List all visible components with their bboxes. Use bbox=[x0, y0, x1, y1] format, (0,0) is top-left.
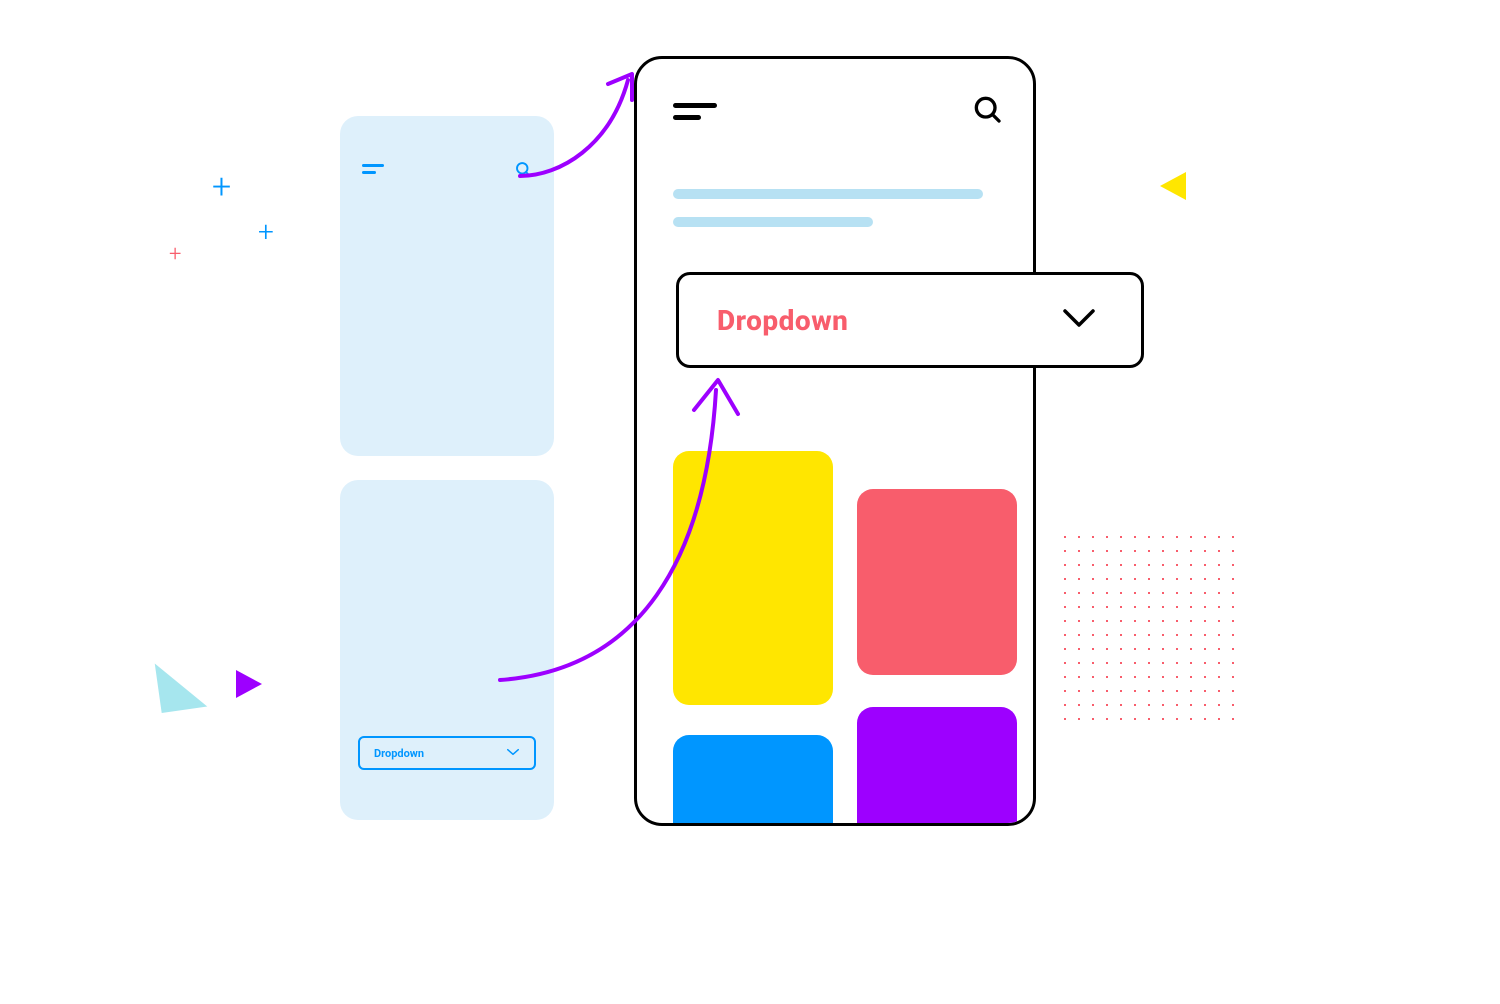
triangle-icon bbox=[155, 657, 208, 713]
search-icon[interactable] bbox=[971, 93, 1003, 125]
text-placeholder-line bbox=[673, 217, 873, 227]
triangle-icon bbox=[1160, 172, 1186, 200]
text-placeholder-line bbox=[673, 189, 983, 199]
arrow-icon bbox=[500, 66, 660, 186]
illustration-canvas: + + + Dropdown bbox=[0, 0, 1500, 1004]
plus-icon: + bbox=[169, 244, 181, 266]
hamburger-menu-icon[interactable] bbox=[673, 103, 717, 121]
hamburger-menu-icon[interactable] bbox=[362, 164, 384, 174]
plus-icon: + bbox=[212, 170, 231, 204]
dropdown-label: Dropdown bbox=[374, 747, 424, 760]
arrow-icon bbox=[480, 370, 760, 700]
chevron-down-icon bbox=[506, 747, 520, 760]
dropdown-select[interactable]: Dropdown bbox=[358, 736, 536, 770]
chevron-down-icon bbox=[1061, 306, 1097, 334]
content-tile[interactable] bbox=[857, 489, 1017, 675]
dropdown-label: Dropdown bbox=[717, 304, 848, 337]
dropdown-select[interactable]: Dropdown bbox=[676, 272, 1144, 368]
content-tile[interactable] bbox=[673, 735, 833, 826]
content-tile[interactable] bbox=[857, 707, 1017, 826]
triangle-icon bbox=[236, 670, 262, 698]
dot-grid-decoration bbox=[1058, 530, 1238, 730]
plus-icon: + bbox=[258, 218, 274, 246]
